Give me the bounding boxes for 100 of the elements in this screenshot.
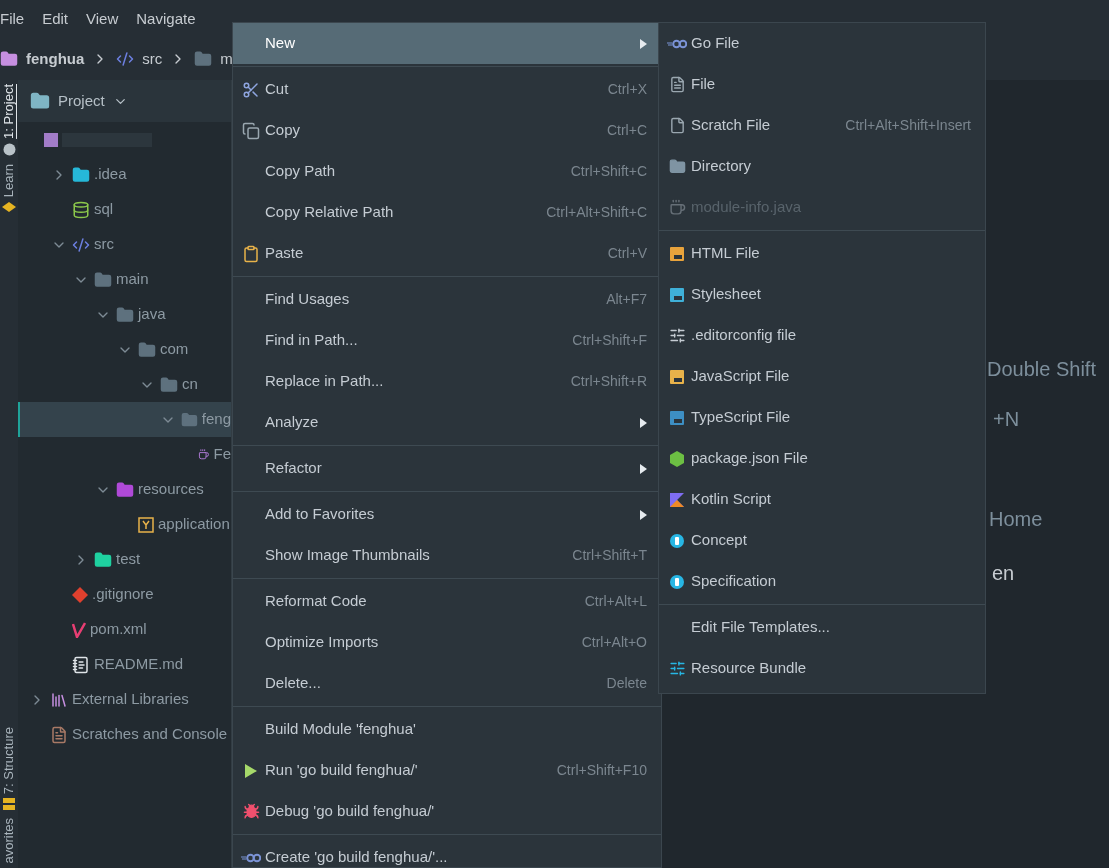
tree-row[interactable]: cn [18, 367, 231, 402]
tool-window-tab[interactable]: 7: Structure [0, 727, 18, 795]
tool-window-tab[interactable]: Learn [0, 163, 18, 198]
tree-label: pom.xml [90, 619, 147, 640]
menu-entry[interactable]: Resource Bundle [659, 648, 985, 689]
editor-hint: Double Shift [987, 357, 1097, 382]
menu-entry[interactable]: Paste Ctrl+V [233, 233, 661, 274]
copy-icon [242, 121, 260, 140]
test-folder-icon [94, 550, 112, 569]
tree-label: resources [138, 479, 204, 500]
tool-window-tab[interactable]: avorites [0, 818, 18, 864]
menu-entry[interactable]: Scratch File Ctrl+Alt+Shift+Insert [659, 105, 985, 146]
menu-entry[interactable]: Delete... Delete [233, 663, 661, 704]
entry-label: Reformat Code [265, 591, 367, 612]
menu-entry[interactable]: Find in Path... Ctrl+Shift+F [233, 320, 661, 361]
tree-row[interactable]: resources [18, 472, 231, 507]
shortcut: Ctrl+Shift+F10 [556, 761, 647, 780]
entry-label: Directory [691, 156, 751, 177]
shortcut: Ctrl+Alt+L [584, 592, 647, 611]
entry-label: Find in Path... [265, 330, 358, 351]
menu-entry[interactable]: Show Image Thumbnails Ctrl+Shift+T [233, 535, 661, 576]
menu-entry[interactable]: Concept [659, 520, 985, 561]
entry-label: Specification [691, 571, 777, 592]
breadcrumb-item[interactable]: fenghua [26, 47, 85, 71]
tree-row[interactable]: application [18, 507, 231, 542]
tree-label: com [160, 339, 189, 360]
menu-entry[interactable]: Create 'go build fenghua/'... [233, 837, 661, 867]
menu-entry[interactable]: TypeScript File [659, 397, 985, 438]
tree-label: application [158, 514, 230, 535]
menu-entry[interactable]: File [659, 64, 985, 105]
breadcrumb-item[interactable]: m [220, 47, 233, 71]
shortcut: Ctrl+Shift+C [570, 162, 647, 181]
shortcut: Ctrl+V [607, 244, 647, 263]
tree-row[interactable]: main [18, 262, 231, 297]
tree-row[interactable]: com [18, 332, 231, 367]
menu-entry[interactable]: Directory [659, 146, 985, 187]
menu-entry[interactable]: .editorconfig file [659, 315, 985, 356]
menu-entry[interactable]: Reformat Code Ctrl+Alt+L [233, 581, 661, 622]
folder-icon [668, 158, 686, 175]
entry-label: Copy Path [265, 161, 336, 182]
tree-row[interactable]: src [18, 227, 231, 262]
menu-item[interactable]: Edit [42, 7, 69, 31]
menu-entry[interactable]: Optimize Imports Ctrl+Alt+O [233, 622, 661, 663]
menu-entry[interactable]: Cut Ctrl+X [233, 69, 661, 110]
nodejs-icon [669, 449, 685, 468]
tree-label: Scratches and Console [72, 724, 228, 745]
folder-icon [160, 375, 178, 394]
menu-entry[interactable]: Stylesheet [659, 274, 985, 315]
menu-entry[interactable]: Replace in Path... Ctrl+Shift+R [233, 361, 661, 402]
menu-entry[interactable]: Build Module 'fenghua' [233, 709, 661, 750]
entry-label: Run 'go build fenghua/' [265, 760, 418, 781]
menu-entry[interactable]: Go File [659, 23, 985, 64]
tree-row[interactable]: External Libraries [18, 682, 231, 717]
tree-row[interactable]: sql [18, 192, 231, 227]
menu-entry[interactable]: Analyze [233, 402, 661, 443]
tree-row[interactable]: test [18, 542, 231, 577]
menu-entry[interactable]: New [233, 23, 661, 64]
tool-window-tab[interactable]: 1: Project [0, 84, 18, 139]
menu-entry[interactable]: JavaScript File [659, 356, 985, 397]
menu-entry[interactable]: HTML File [659, 233, 985, 274]
menu-entry[interactable]: Run 'go build fenghua/' Ctrl+Shift+F10 [233, 750, 661, 791]
project-icon [44, 132, 58, 147]
tree-row[interactable]: .idea [18, 157, 231, 192]
menu-entry[interactable]: Copy Ctrl+C [233, 110, 661, 151]
menu-entry[interactable]: Debug 'go build fenghua/' [233, 791, 661, 832]
tree-row[interactable]: Fe [18, 437, 231, 472]
panel-title[interactable]: Project [58, 89, 105, 113]
menu-item[interactable]: View [86, 7, 119, 31]
yaml-file-icon [138, 516, 154, 533]
menu-entry[interactable]: package.json File [659, 438, 985, 479]
entry-label: Show Image Thumbnails [265, 545, 430, 566]
shortcut: Ctrl+X [607, 80, 647, 99]
readme-icon [72, 655, 90, 674]
tree-row[interactable]: Scratches and Console [18, 717, 231, 752]
java-icon [668, 199, 686, 216]
menu-entry[interactable]: Add to Favorites [233, 494, 661, 535]
libraries-icon [50, 690, 68, 709]
menu-entry[interactable]: Find Usages Alt+F7 [233, 279, 661, 320]
menu-entry[interactable]: Edit File Templates... [659, 607, 985, 648]
menu-entry[interactable]: Copy Relative Path Ctrl+Alt+Shift+C [233, 192, 661, 233]
entry-label: package.json File [691, 448, 808, 469]
breadcrumb-item[interactable]: src [142, 47, 163, 71]
typescript-icon [669, 409, 685, 426]
menu-entry[interactable]: Kotlin Script [659, 479, 985, 520]
shortcut: Ctrl+Shift+R [570, 372, 647, 391]
scratches-icon [50, 725, 68, 744]
shortcut: Ctrl+C [606, 121, 647, 140]
menu-entry[interactable]: Refactor [233, 448, 661, 489]
tree-row[interactable]: java [18, 297, 231, 332]
tree-row[interactable]: README.md [18, 647, 231, 682]
menu-item[interactable]: Navigate [136, 7, 196, 31]
menu-item[interactable]: File [0, 7, 25, 31]
tree-row[interactable]: pom.xml [18, 612, 231, 647]
tree-row[interactable]: feng [18, 402, 231, 437]
graduation-icon [2, 201, 16, 214]
menu-entry[interactable]: Specification [659, 561, 985, 602]
entry-label: Analyze [265, 412, 319, 433]
tree-row[interactable]: .gitignore [18, 577, 231, 612]
menu-entry[interactable]: Copy Path Ctrl+Shift+C [233, 151, 661, 192]
tree-label: README.md [94, 654, 184, 675]
